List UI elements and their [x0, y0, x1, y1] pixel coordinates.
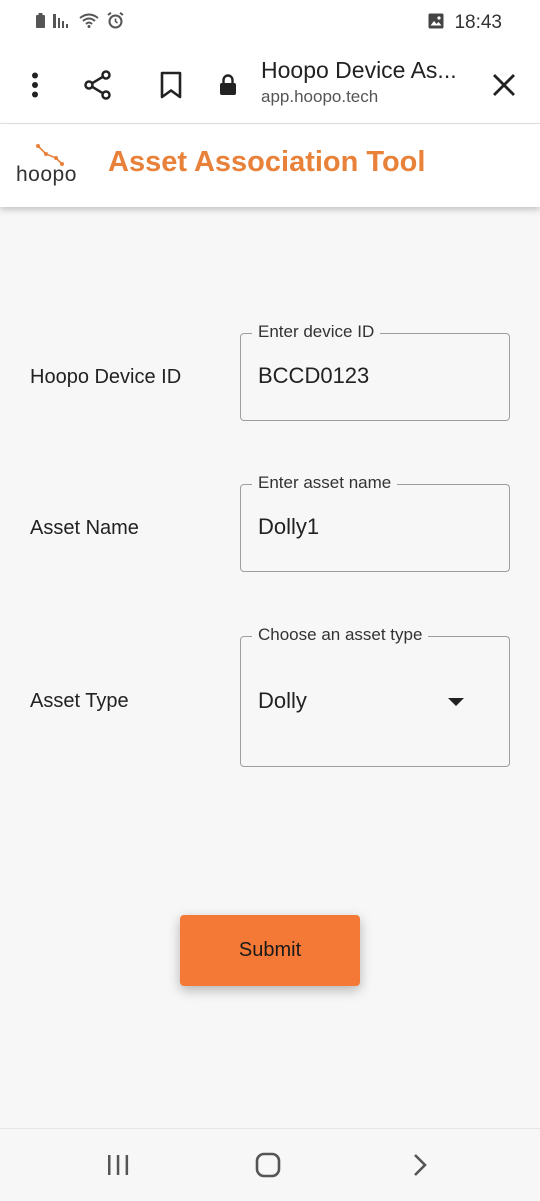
system-nav-bar — [0, 1128, 540, 1200]
device-id-legend: Enter device ID — [252, 321, 381, 343]
back-icon[interactable] — [390, 1129, 450, 1201]
logo-text: hoopo — [16, 163, 77, 186]
share-icon[interactable] — [76, 46, 120, 124]
status-icons-left — [36, 11, 124, 34]
device-id-label: Hoopo Device ID — [30, 366, 182, 388]
recents-icon[interactable] — [88, 1129, 148, 1201]
dropdown-arrow-icon[interactable] — [448, 698, 464, 706]
asset-type-label: Asset Type — [30, 690, 129, 712]
hoopo-logo: hoopo — [12, 142, 77, 192]
app-title: Asset Association Tool — [108, 146, 426, 178]
page-info[interactable]: Hoopo Device As... app.hoopo.tech — [261, 54, 471, 108]
alarm-icon — [107, 11, 124, 34]
status-bar: 18:43 — [0, 0, 540, 46]
wifi-icon — [79, 13, 99, 33]
bookmark-icon[interactable] — [149, 46, 193, 124]
asset-name-label: Asset Name — [30, 517, 139, 539]
home-icon[interactable] — [238, 1129, 298, 1201]
page-url: app.hoopo.tech — [261, 87, 379, 106]
signal-icon — [53, 13, 71, 33]
close-icon[interactable] — [482, 46, 526, 124]
asset-name-legend: Enter asset name — [252, 472, 398, 494]
asset-name-field[interactable]: Enter asset name — [240, 472, 510, 572]
app-header: hoopo Asset Association Tool — [0, 124, 540, 207]
asset-type-select[interactable]: Choose an asset type Dolly — [240, 624, 510, 767]
status-icons-right: 18:43 — [428, 12, 502, 34]
browser-toolbar: Hoopo Device As... app.hoopo.tech — [0, 46, 540, 124]
device-id-input[interactable] — [258, 363, 488, 389]
image-icon — [428, 13, 444, 34]
submit-button[interactable]: Submit — [180, 915, 360, 986]
lock-icon[interactable] — [206, 46, 250, 124]
device-id-field[interactable]: Enter device ID — [240, 321, 510, 421]
asset-name-input[interactable] — [258, 514, 488, 540]
status-time: 18:43 — [454, 12, 502, 33]
menu-dots-icon[interactable] — [13, 46, 57, 124]
page-title: Hoopo Device As... — [261, 57, 457, 83]
asset-type-legend: Choose an asset type — [252, 624, 429, 646]
battery-icon — [36, 13, 45, 33]
